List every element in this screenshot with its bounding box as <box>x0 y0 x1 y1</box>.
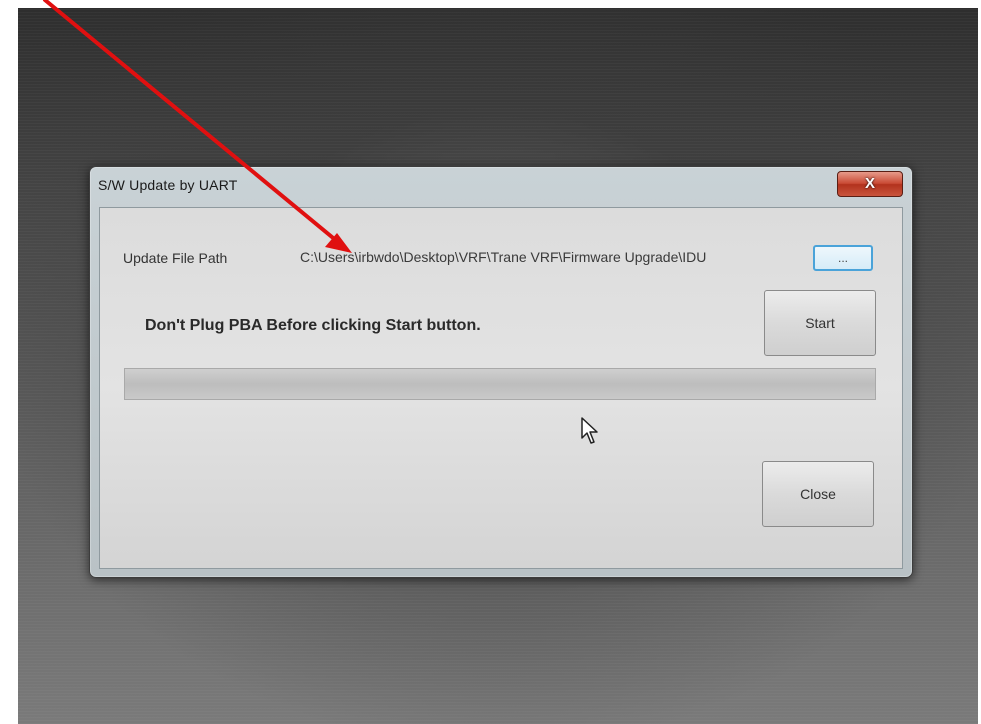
window-title: S/W Update by UART <box>98 177 238 193</box>
close-button[interactable]: Close <box>762 461 874 527</box>
title-bar[interactable]: S/W Update by UART X <box>90 167 912 207</box>
window-close-button[interactable]: X <box>837 171 903 197</box>
browse-button[interactable]: ... <box>813 245 873 271</box>
update-file-path-field[interactable]: C:\Users\irbwdo\Desktop\VRF\Trane VRF\Fi… <box>300 249 800 269</box>
close-icon: X <box>864 175 875 192</box>
update-file-path-label: Update File Path <box>123 250 228 266</box>
warning-message: Don't Plug PBA Before clicking Start but… <box>145 317 481 334</box>
progress-bar <box>124 368 876 400</box>
start-button[interactable]: Start <box>764 290 876 356</box>
dialog-window: S/W Update by UART X Update File Path C:… <box>89 166 913 578</box>
dialog-client-area: Update File Path C:\Users\irbwdo\Desktop… <box>99 207 903 569</box>
mouse-cursor-icon <box>581 417 598 444</box>
